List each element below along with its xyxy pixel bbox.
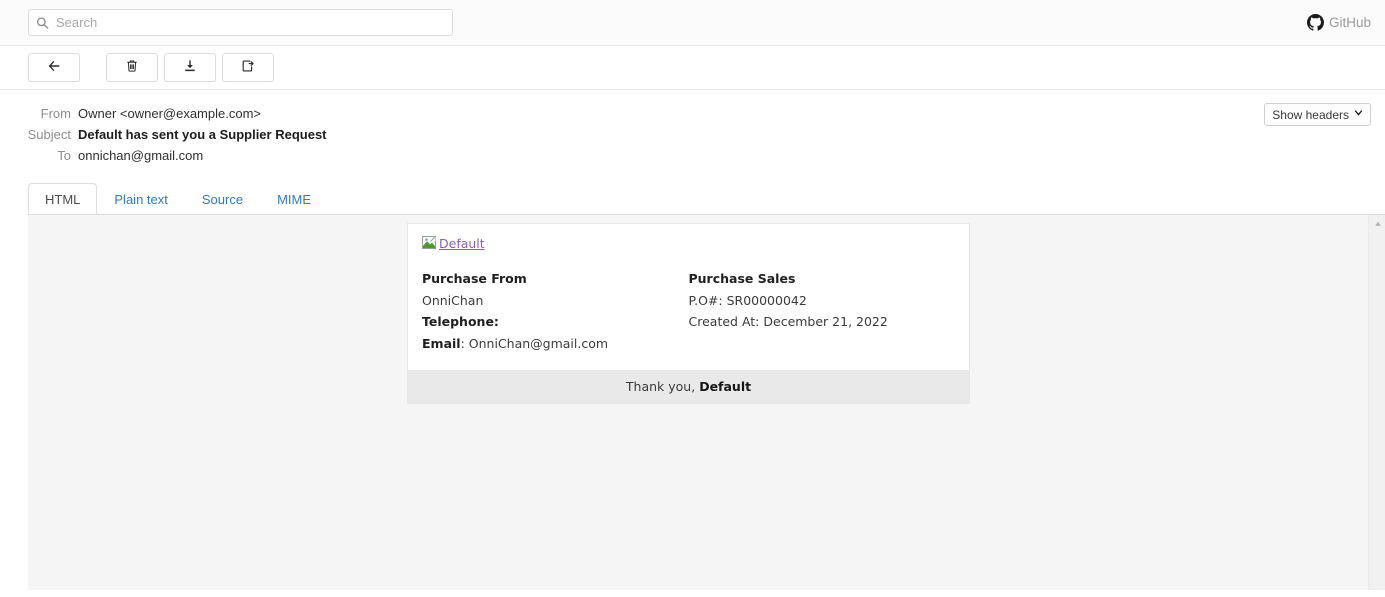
telephone-label: Telephone: (422, 314, 499, 329)
purchase-from-column: Purchase From OnniChan Telephone: Email:… (422, 268, 689, 354)
tab-plain-text[interactable]: Plain text (97, 183, 184, 215)
purchase-sales-heading: Purchase Sales (689, 268, 956, 290)
supplier-name: OnniChan (422, 292, 484, 308)
purchase-columns: Purchase From OnniChan Telephone: Email:… (422, 268, 955, 354)
arrow-left-icon (47, 59, 61, 76)
download-icon (183, 59, 197, 76)
created-at-value: December 21, 2022 (763, 314, 888, 329)
github-mark-icon (1306, 14, 1324, 31)
header-value-to: onnichan@gmail.com (78, 148, 204, 163)
footer-prefix-text: Thank you, (625, 379, 700, 394)
header-label-from: From (40, 106, 71, 121)
header-value-from: Owner <owner@example.com> (78, 106, 261, 121)
purchase-from-heading-text: Purchase From (422, 271, 527, 286)
tab-html[interactable]: HTML (28, 183, 98, 215)
header-value-subject: Default has sent you a Supplier Request (78, 127, 327, 142)
po-row: P.O#: SR00000042 (689, 290, 956, 312)
release-icon (241, 59, 255, 76)
broken-image-icon (422, 235, 438, 251)
tab-source[interactable]: Source (185, 183, 260, 215)
email-card: Default Purchase From OnniChan Telephone… (407, 223, 970, 404)
po-value: SR00000042 (726, 292, 807, 308)
email-label: Email (422, 335, 461, 351)
tab-mime[interactable]: MIME (260, 183, 328, 215)
email-card-footer: Thank you, Default (408, 370, 969, 403)
email-row: Email: OnniChan@gmail.com (422, 335, 609, 351)
purchase-sales-heading-text: Purchase Sales (688, 271, 796, 286)
delete-button[interactable] (106, 53, 158, 82)
created-at-row: Created At: December 21, 2022 (689, 311, 956, 333)
email-value: OnniChan@gmail.com (468, 335, 609, 351)
show-headers-button[interactable]: Show headers (1264, 103, 1371, 126)
chevron-down-icon (1354, 109, 1363, 120)
search-input[interactable] (28, 9, 453, 36)
header-label-to: To (57, 148, 71, 163)
logo-placeholder[interactable]: Default (422, 235, 955, 251)
search-field-wrapper (28, 9, 453, 36)
search-bar: GitHub (0, 0, 1385, 46)
github-brand: GitHub (1306, 14, 1371, 31)
view-tabs: HTML Plain text Source MIME (0, 182, 1385, 215)
created-at-label: Created At: (688, 314, 760, 329)
footer-sender-name: Default (699, 379, 752, 394)
message-preview-viewport: Default Purchase From OnniChan Telephone… (28, 214, 1385, 590)
trash-icon (125, 59, 139, 76)
purchase-sales-column: Purchase Sales P.O#: SR00000042 Created … (689, 268, 956, 354)
header-row-from: From Owner <owner@example.com> (0, 103, 1371, 124)
po-label: P.O#: (688, 292, 723, 308)
back-button[interactable] (28, 53, 80, 82)
header-label-subject: Subject (27, 127, 71, 142)
scroll-up-arrow-icon[interactable] (1369, 215, 1385, 232)
logo-alt-text[interactable]: Default (439, 236, 485, 251)
preview-scrollbar[interactable] (1368, 215, 1385, 590)
show-headers-label: Show headers (1272, 107, 1349, 122)
telephone-row: Telephone: (422, 311, 689, 333)
email-card-body: Default Purchase From OnniChan Telephone… (408, 224, 969, 370)
header-row-subject: Subject Default has sent you a Supplier … (0, 124, 1371, 145)
html-preview-frame: Default Purchase From OnniChan Telephone… (28, 215, 1367, 590)
purchase-from-heading: Purchase From (422, 268, 689, 290)
message-headers: From Owner <owner@example.com> Subject D… (0, 90, 1385, 172)
release-button[interactable] (222, 53, 274, 82)
github-label: GitHub (1328, 15, 1371, 30)
message-toolbar (0, 46, 1385, 90)
download-button[interactable] (164, 53, 216, 82)
header-row-to: To onnichan@gmail.com (0, 145, 1371, 166)
